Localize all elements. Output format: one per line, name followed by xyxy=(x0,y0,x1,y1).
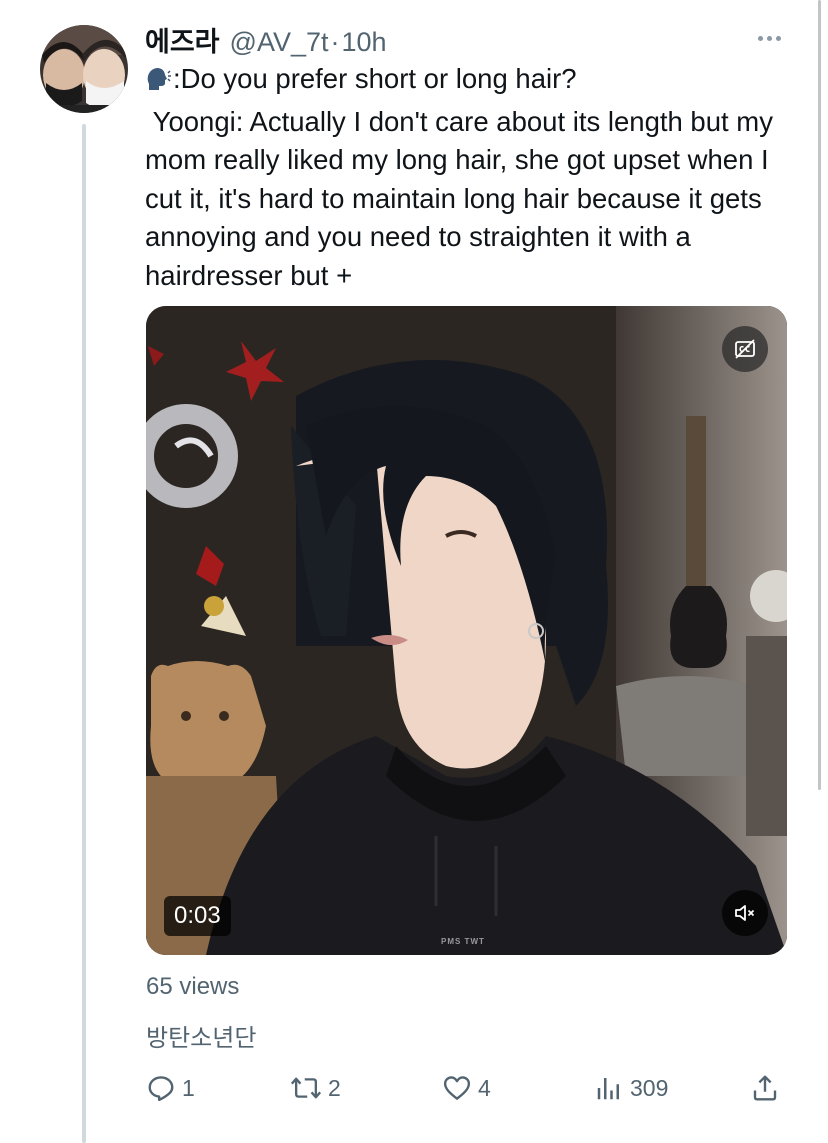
retweet-button[interactable]: 2 xyxy=(290,1068,341,1108)
separator-dot: · xyxy=(330,27,340,57)
avatar-image xyxy=(40,25,128,113)
display-name[interactable]: 에즈라 xyxy=(145,20,220,59)
tweet-text: :Do you prefer short or long hair? Yoong… xyxy=(145,63,773,291)
heart-icon xyxy=(443,1076,471,1100)
video-duration: 0:03 xyxy=(164,896,231,936)
reply-count: 1 xyxy=(182,1074,195,1101)
views-count: 309 xyxy=(630,1074,669,1101)
volume-muted-icon[interactable] xyxy=(722,890,768,936)
tweet-text-block: :Do you prefer short or long hair? Yoong… xyxy=(145,60,795,295)
analytics-icon xyxy=(597,1078,619,1100)
video-thumbnail xyxy=(146,306,787,955)
user-handle[interactable]: @AV_7t xyxy=(230,27,329,58)
share-button[interactable] xyxy=(750,1068,780,1108)
tweet-header: 에즈라 @AV_7t · 10h xyxy=(145,20,387,59)
scrollbar[interactable] xyxy=(818,0,821,790)
avatar[interactable] xyxy=(40,25,128,113)
video-player[interactable]: 0:03 PMS TWT xyxy=(146,306,787,955)
action-bar: 1 2 4 309 xyxy=(146,1068,786,1108)
views-button[interactable]: 309 xyxy=(594,1068,668,1108)
thread-line xyxy=(82,124,86,1143)
reply-button[interactable]: 1 xyxy=(146,1068,195,1108)
captions-off-icon[interactable] xyxy=(722,326,768,372)
tweet-time[interactable]: 10h xyxy=(342,27,387,58)
retweet-icon xyxy=(290,1077,322,1099)
speaking-head-emoji xyxy=(145,64,171,103)
retweet-count: 2 xyxy=(328,1074,341,1101)
more-options-icon[interactable] xyxy=(752,26,786,50)
like-button[interactable]: 4 xyxy=(442,1068,491,1108)
reply-icon xyxy=(148,1076,174,1102)
view-count[interactable]: 65 views xyxy=(146,973,239,1001)
video-watermark: PMS TWT xyxy=(441,937,485,946)
share-icon xyxy=(753,1075,777,1101)
like-count: 4 xyxy=(478,1074,491,1101)
topic-tag[interactable]: 방탄소년단 xyxy=(146,1018,256,1053)
